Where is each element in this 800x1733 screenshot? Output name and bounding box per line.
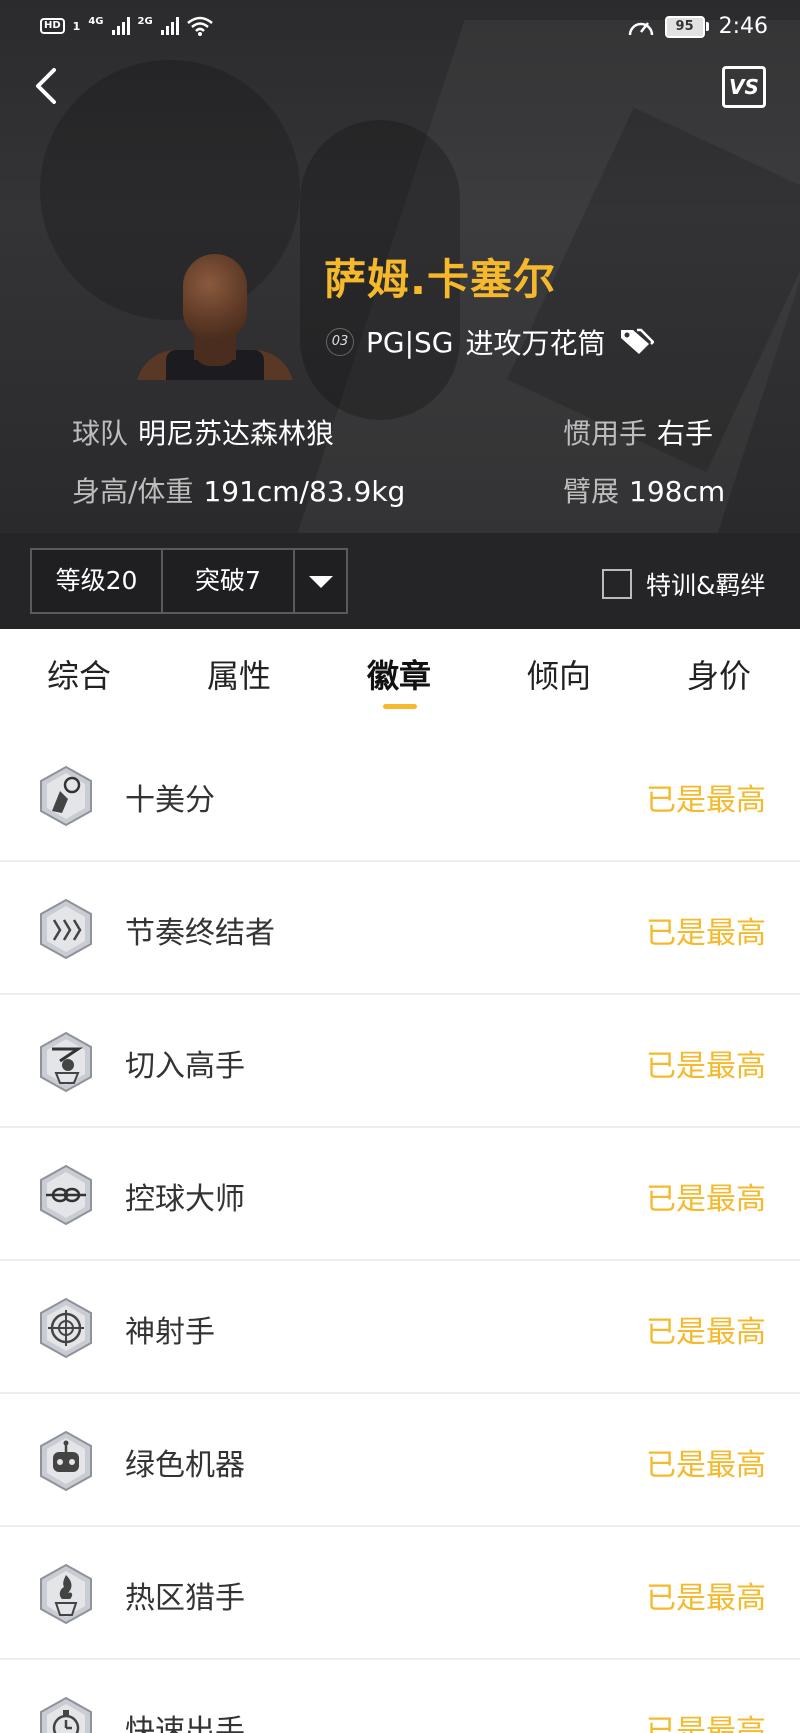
player-position-line: 03 PG|SG 进攻万花筒 — [326, 322, 654, 362]
badge-name: 十美分 — [125, 783, 215, 818]
tab-overview[interactable]: 综合 — [47, 651, 111, 697]
badge-name: 切入高手 — [125, 1049, 245, 1084]
status-bar: HD 1 4G 2G 95 2:46 — [0, 0, 800, 56]
jersey-number-badge: 03 — [326, 328, 354, 356]
breakthrough-value[interactable]: 突破7 — [163, 550, 295, 612]
level-selector: 等级20 突破7 — [30, 548, 348, 614]
active-tab-indicator — [383, 704, 417, 709]
badge-status: 已是最高 — [646, 916, 766, 951]
wingspan-value: 198cm — [629, 475, 726, 508]
caret-down-icon — [308, 576, 333, 588]
sim-indicator: 1 — [72, 19, 81, 33]
badge-status: 已是最高 — [646, 1448, 766, 1483]
tab-attributes[interactable]: 属性 — [207, 651, 271, 697]
tab-value[interactable]: 身价 — [687, 651, 751, 697]
hd-indicator: HD — [40, 18, 65, 34]
list-item[interactable]: 切入高手 已是最高 — [0, 995, 800, 1128]
hand-key: 惯用手 — [563, 417, 648, 450]
badge-status: 已是最高 — [646, 1049, 766, 1084]
badge-name: 神射手 — [125, 1315, 215, 1350]
list-item[interactable]: 绿色机器 已是最高 — [0, 1394, 800, 1527]
signal-icon — [111, 17, 130, 35]
ball-handler-badge-icon — [40, 1164, 92, 1226]
player-archetype: 进攻万花筒 — [465, 327, 606, 360]
chevron-left-icon — [36, 68, 56, 104]
green-machine-badge-icon — [40, 1430, 92, 1492]
wingspan-info: 臂展 198cm — [563, 470, 725, 510]
compare-vs-button[interactable]: VS — [722, 66, 766, 108]
list-item[interactable]: 热区猎手 已是最高 — [0, 1527, 800, 1660]
team-key: 球队 — [72, 417, 129, 450]
tab-tendencies[interactable]: 倾向 — [527, 651, 591, 697]
badge-status: 已是最高 — [646, 1315, 766, 1350]
badge-list: 十美分 已是最高 节奏终结者 已是最高 切入高手 已是最高 控球大师 已是最高 … — [0, 729, 800, 1733]
network-type-2: 2G — [137, 16, 153, 27]
back-button[interactable] — [28, 62, 68, 110]
clock: 2:46 — [718, 14, 768, 39]
list-item[interactable]: 神射手 已是最高 — [0, 1261, 800, 1394]
player-positions: PG|SG — [366, 325, 454, 359]
list-item[interactable]: 控球大师 已是最高 — [0, 1128, 800, 1261]
badge-name: 热区猎手 — [125, 1581, 245, 1616]
tab-badges[interactable]: 徽章 — [367, 651, 431, 697]
player-avatar — [136, 250, 294, 380]
list-item[interactable]: 快速出手 已是最高 — [0, 1660, 800, 1733]
player-name: 萨姆.卡塞尔 — [324, 255, 556, 304]
level-value[interactable]: 等级20 — [32, 550, 163, 612]
body-value: 191cm/83.9kg — [203, 475, 406, 508]
tag-icon[interactable] — [618, 326, 654, 358]
list-item[interactable]: 十美分 已是最高 — [0, 729, 800, 862]
team-value: 明尼苏达森林狼 — [138, 417, 335, 450]
badge-name: 控球大师 — [125, 1182, 245, 1217]
wifi-icon — [186, 16, 213, 36]
sharpshooter-badge-icon — [40, 1297, 92, 1359]
hand-info: 惯用手 右手 — [563, 412, 713, 452]
list-item[interactable]: 节奏终结者 已是最高 — [0, 862, 800, 995]
battery-level: 95 — [664, 15, 705, 38]
battery-icon: 95 — [664, 15, 709, 38]
badge-status: 已是最高 — [646, 1714, 766, 1733]
badge-name: 绿色机器 — [125, 1448, 245, 1483]
badge-name: 快速出手 — [125, 1714, 245, 1733]
level-dropdown-button[interactable] — [295, 550, 346, 612]
hand-value: 右手 — [657, 417, 714, 450]
badge-name: 节奏终结者 — [125, 916, 275, 951]
training-checkbox[interactable] — [602, 569, 632, 599]
team-info: 球队 明尼苏达森林狼 — [72, 412, 334, 452]
badge-status: 已是最高 — [646, 783, 766, 818]
tab-bar: 综合 属性 徽章 倾向 身价 — [0, 629, 800, 729]
speed-meter-icon — [628, 21, 653, 35]
body-key: 身高/体重 — [72, 475, 194, 508]
ten-cent-badge-icon — [40, 765, 92, 827]
badge-status: 已是最高 — [646, 1581, 766, 1616]
slasher-badge-icon — [40, 1031, 92, 1093]
training-label: 特训&羁绊 — [646, 571, 766, 600]
training-bond-toggle[interactable]: 特训&羁绊 — [602, 566, 766, 602]
rhythm-finisher-badge-icon — [40, 898, 92, 960]
hot-zone-hunter-badge-icon — [40, 1563, 92, 1625]
quick-release-badge-icon — [40, 1696, 92, 1733]
network-type-1: 4G — [88, 16, 104, 27]
body-info: 身高/体重 191cm/83.9kg — [72, 470, 405, 510]
badge-status: 已是最高 — [646, 1182, 766, 1217]
signal-icon — [160, 17, 179, 35]
wingspan-key: 臂展 — [563, 475, 620, 508]
